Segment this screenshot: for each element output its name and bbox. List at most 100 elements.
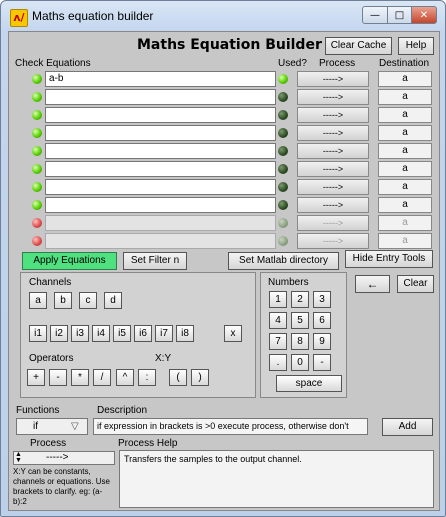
used-led-icon: [278, 164, 288, 174]
used-led-icon: [278, 92, 288, 102]
used-header: Used?: [278, 58, 307, 69]
process-selected-value: ----->: [46, 452, 69, 463]
destination-field[interactable]: a: [378, 125, 432, 141]
equation-input[interactable]: [45, 197, 276, 213]
page-title: Maths Equation Builder: [137, 37, 322, 53]
operator-key[interactable]: ^: [116, 369, 134, 386]
number-key[interactable]: .: [269, 354, 287, 371]
clear-cache-button[interactable]: Clear Cache: [325, 37, 392, 55]
backspace-arrow-icon[interactable]: ←: [355, 275, 390, 293]
input-channel-key[interactable]: i2: [50, 325, 68, 342]
process-button[interactable]: ----->: [297, 215, 369, 231]
destination-field[interactable]: a: [378, 143, 432, 159]
equation-input[interactable]: [45, 161, 276, 177]
add-button[interactable]: Add: [382, 418, 433, 436]
input-channel-key[interactable]: i3: [71, 325, 89, 342]
number-key[interactable]: 2: [291, 291, 309, 308]
maximize-button[interactable]: □: [387, 6, 412, 24]
operator-key[interactable]: -: [49, 369, 67, 386]
process-button[interactable]: ----->: [297, 161, 369, 177]
destination-field[interactable]: a: [378, 197, 432, 213]
number-key[interactable]: 0: [291, 354, 309, 371]
process-button[interactable]: ----->: [297, 71, 369, 87]
functions-select[interactable]: if ▽: [16, 418, 88, 435]
table-row: -----> a: [9, 196, 439, 214]
clear-button[interactable]: Clear: [397, 275, 434, 293]
channel-key[interactable]: b: [54, 292, 72, 309]
set-matlab-directory-button[interactable]: Set Matlab directory: [228, 252, 339, 270]
number-key[interactable]: 6: [313, 312, 331, 329]
operator-key[interactable]: *: [71, 369, 89, 386]
destination-field[interactable]: a: [378, 89, 432, 105]
process-button[interactable]: ----->: [297, 107, 369, 123]
check-led-icon: [32, 200, 42, 210]
set-filter-button[interactable]: Set Filter n: [123, 252, 187, 270]
space-key[interactable]: space: [276, 375, 342, 392]
input-channel-key[interactable]: i4: [92, 325, 110, 342]
operator-key[interactable]: :: [138, 369, 156, 386]
destination-field[interactable]: a: [378, 215, 432, 231]
numbers-panel: Numbers 123 456 789.0- space: [260, 272, 347, 398]
process-button[interactable]: ----->: [297, 179, 369, 195]
number-key[interactable]: 9: [313, 333, 331, 350]
number-key[interactable]: 7: [269, 333, 287, 350]
equation-input[interactable]: [45, 179, 276, 195]
process-button[interactable]: ----->: [297, 233, 369, 249]
check-led-icon: [32, 92, 42, 102]
apply-equations-button[interactable]: Apply Equations: [22, 252, 117, 270]
destination-field[interactable]: a: [378, 161, 432, 177]
chevron-down-icon[interactable]: ▽: [71, 419, 79, 434]
description-label: Description: [97, 405, 148, 416]
input-channel-key[interactable]: i1: [29, 325, 47, 342]
window-title: Maths equation builder: [32, 9, 154, 23]
process-spinner-icon[interactable]: ▲ ▼: [15, 451, 22, 464]
channel-key[interactable]: c: [79, 292, 97, 309]
process-button[interactable]: ----->: [297, 143, 369, 159]
operator-key[interactable]: (: [169, 369, 187, 386]
number-key[interactable]: 1: [269, 291, 287, 308]
process-button[interactable]: ----->: [297, 89, 369, 105]
check-led-icon: [32, 236, 42, 246]
input-channel-key[interactable]: i7: [155, 325, 173, 342]
number-key[interactable]: -: [313, 354, 331, 371]
equation-input[interactable]: [45, 125, 276, 141]
destination-field[interactable]: a: [378, 71, 432, 87]
equation-input[interactable]: [45, 215, 276, 231]
used-led-icon: [278, 146, 288, 156]
channel-key[interactable]: d: [104, 292, 122, 309]
check-led-icon: [32, 146, 42, 156]
help-button[interactable]: Help: [398, 37, 434, 55]
minimize-button[interactable]: —: [362, 6, 388, 24]
equation-input[interactable]: [45, 89, 276, 105]
process-button[interactable]: ----->: [297, 197, 369, 213]
number-key[interactable]: 3: [313, 291, 331, 308]
close-button[interactable]: ✕: [411, 6, 437, 24]
destination-field[interactable]: a: [378, 107, 432, 123]
equation-input[interactable]: [45, 233, 276, 249]
number-key[interactable]: 8: [291, 333, 309, 350]
operator-key[interactable]: /: [93, 369, 111, 386]
channel-multiply-key[interactable]: x: [224, 325, 242, 342]
used-led-icon: [278, 110, 288, 120]
channels-label: Channels: [29, 277, 72, 288]
equation-input[interactable]: [45, 143, 276, 159]
process-header: Process: [319, 58, 356, 69]
channel-key[interactable]: a: [29, 292, 47, 309]
process-select[interactable]: ▲ ▼ ----->: [13, 451, 115, 465]
number-key[interactable]: 5: [291, 312, 309, 329]
input-channel-key[interactable]: i8: [176, 325, 194, 342]
hide-entry-tools-button[interactable]: Hide Entry Tools: [345, 250, 433, 268]
title-bar[interactable]: ʌ/ Maths equation builder — □ ✕: [1, 1, 445, 31]
destination-field[interactable]: a: [378, 179, 432, 195]
number-key[interactable]: 4: [269, 312, 287, 329]
operator-key[interactable]: ): [191, 369, 209, 386]
input-channel-key[interactable]: i6: [134, 325, 152, 342]
input-channel-key[interactable]: i5: [113, 325, 131, 342]
equation-input[interactable]: a-b: [45, 71, 276, 87]
equation-input[interactable]: [45, 107, 276, 123]
table-row: -----> a: [9, 124, 439, 142]
process-button[interactable]: ----->: [297, 125, 369, 141]
operator-key[interactable]: +: [27, 369, 45, 386]
check-led-icon: [32, 182, 42, 192]
destination-field[interactable]: a: [378, 233, 432, 249]
